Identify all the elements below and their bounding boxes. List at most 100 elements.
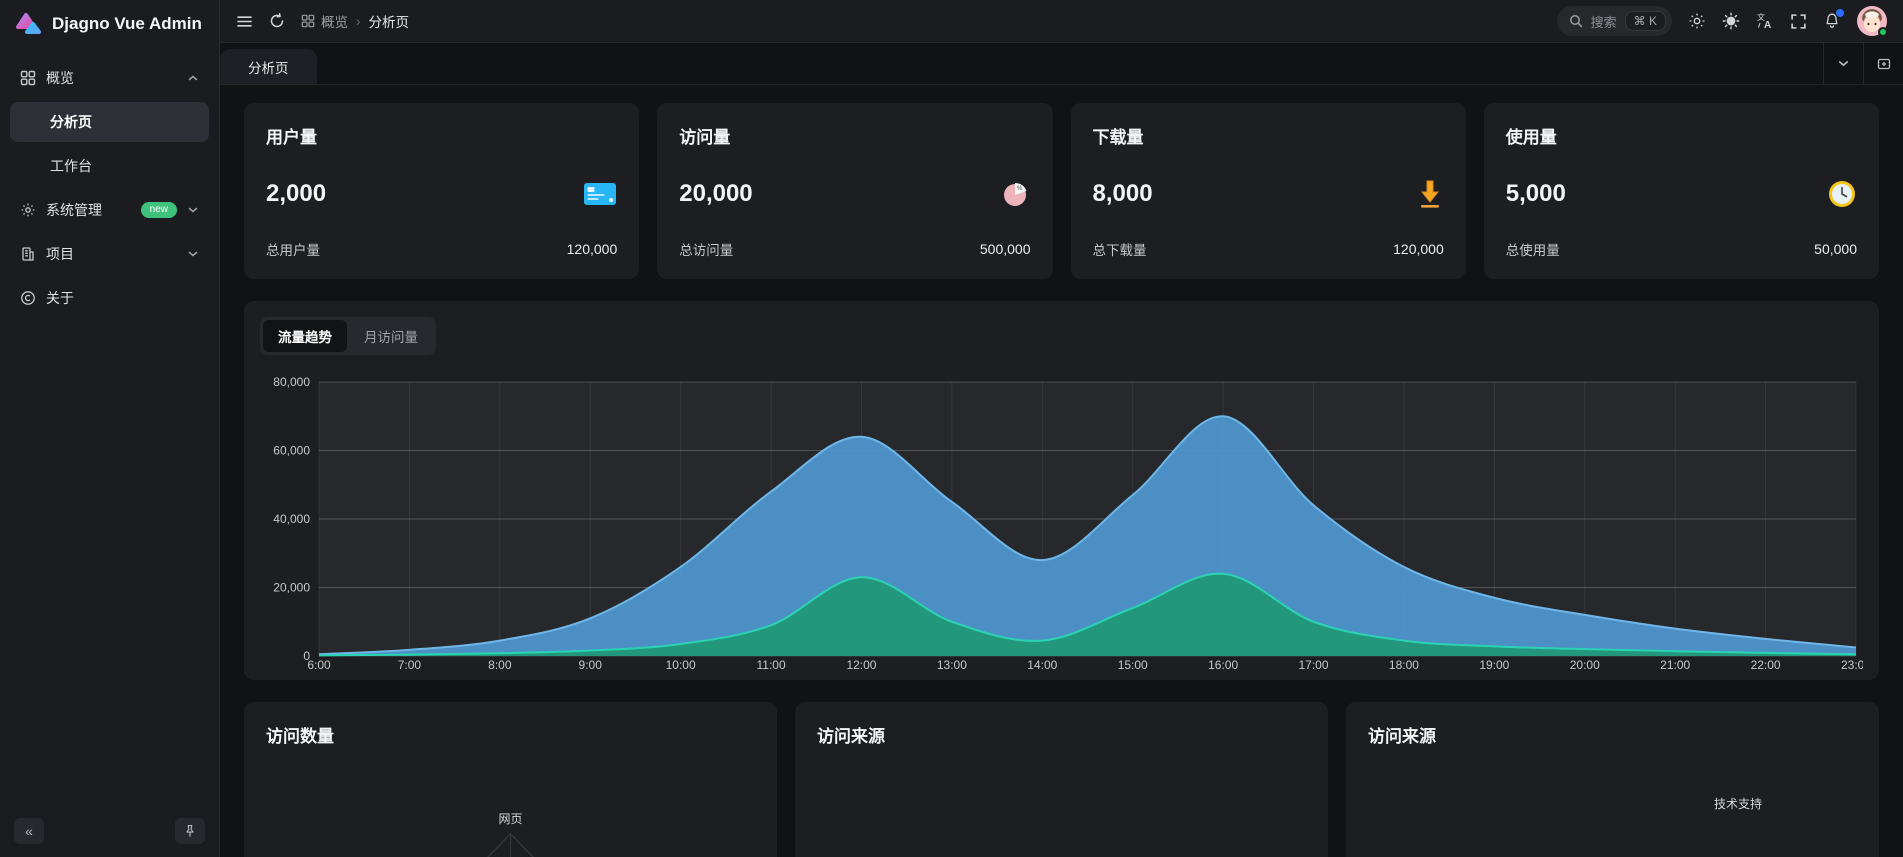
sidebar-item-about[interactable]: 关于 bbox=[10, 278, 209, 318]
stat-title: 下载量 bbox=[1093, 123, 1444, 148]
svg-text:7:00: 7:00 bbox=[398, 658, 422, 672]
sidebar: Djagno Vue Admin 概览 分析页 bbox=[0, 0, 220, 857]
stat-title: 使用量 bbox=[1506, 123, 1857, 148]
sidebar-footer: « bbox=[0, 805, 219, 857]
card-title: 访问来源 bbox=[817, 722, 1306, 747]
sidebar-item-analytics[interactable]: 分析页 bbox=[10, 102, 209, 142]
svg-text:60,000: 60,000 bbox=[273, 444, 310, 458]
sidebar-item-label: 工作台 bbox=[50, 156, 92, 176]
stat-value: 8,000 bbox=[1093, 180, 1153, 208]
sidebar-item-system[interactable]: 系统管理 new bbox=[10, 190, 209, 230]
svg-text:17:00: 17:00 bbox=[1299, 658, 1329, 672]
building-icon bbox=[20, 246, 36, 262]
stat-footer-value: 120,000 bbox=[567, 241, 618, 257]
stat-title: 访问量 bbox=[679, 123, 1030, 148]
copyright-icon bbox=[20, 290, 36, 306]
sidebar-item-workbench[interactable]: 工作台 bbox=[10, 146, 209, 186]
trend-segmented-control: 流量趋势 月访问量 bbox=[260, 317, 436, 355]
svg-text:%: % bbox=[1017, 186, 1023, 192]
search-input[interactable]: 搜索 ⌘ K bbox=[1557, 6, 1672, 36]
app-title: Djagno Vue Admin bbox=[52, 14, 202, 34]
pie-icon: % bbox=[1001, 179, 1031, 209]
grid-icon bbox=[20, 70, 36, 86]
fullscreen-icon[interactable] bbox=[1790, 13, 1807, 30]
svg-text:A: A bbox=[1764, 20, 1771, 30]
sidebar-item-label: 分析页 bbox=[50, 112, 92, 132]
sidebar-item-overview[interactable]: 概览 bbox=[10, 58, 209, 98]
breadcrumb-current: 分析页 bbox=[369, 11, 410, 31]
header-actions: 搜索 ⌘ K 文 bbox=[1557, 6, 1887, 36]
sidebar-item-label: 概览 bbox=[46, 68, 74, 88]
sidebar-item-label: 项目 bbox=[46, 244, 74, 264]
hamburger-menu-icon[interactable] bbox=[236, 13, 253, 30]
notification-bell-icon[interactable] bbox=[1823, 12, 1841, 30]
avatar[interactable] bbox=[1857, 6, 1887, 36]
content-fullscreen-icon[interactable] bbox=[1863, 43, 1903, 84]
visit-source-rose-card: 访问来源 技术支持 bbox=[1346, 702, 1879, 857]
online-status-dot bbox=[1878, 27, 1888, 37]
breadcrumb-section[interactable]: 概览 bbox=[301, 11, 348, 31]
svg-text:8:00: 8:00 bbox=[488, 658, 512, 672]
svg-text:13:00: 13:00 bbox=[937, 658, 967, 672]
notification-dot bbox=[1836, 9, 1844, 17]
sidebar-collapse-button[interactable]: « bbox=[14, 818, 44, 844]
stat-footer-value: 50,000 bbox=[1814, 241, 1857, 257]
search-shortcut: ⌘ K bbox=[1625, 11, 1666, 31]
tab-traffic-trend[interactable]: 流量趋势 bbox=[263, 320, 347, 352]
pie-chart bbox=[795, 762, 1328, 857]
clock-icon bbox=[1827, 179, 1857, 209]
stat-footer-label: 总下载量 bbox=[1093, 239, 1147, 259]
visit-source-pie-card: 访问来源 bbox=[795, 702, 1328, 857]
area-chart: 020,00040,00060,00080,0006:007:008:009:0… bbox=[260, 363, 1863, 673]
tab-monthly-visits[interactable]: 月访问量 bbox=[349, 320, 433, 352]
stat-footer-value: 500,000 bbox=[980, 241, 1031, 257]
svg-text:11:00: 11:00 bbox=[756, 658, 785, 672]
logo-row[interactable]: Djagno Vue Admin bbox=[0, 0, 219, 48]
svg-text:10:00: 10:00 bbox=[666, 658, 696, 672]
stat-card-users: 用户量 2,000 bbox=[244, 103, 639, 279]
svg-text:40,000: 40,000 bbox=[273, 512, 310, 526]
stat-value: 5,000 bbox=[1506, 180, 1566, 208]
card-title: 访问来源 bbox=[1368, 722, 1857, 747]
bottom-card-row: 访问数量 网页 访问来源 bbox=[244, 702, 1879, 857]
tabs-chevron-down-icon[interactable] bbox=[1823, 43, 1863, 84]
id-card-icon bbox=[583, 181, 617, 207]
stat-value: 20,000 bbox=[679, 180, 752, 208]
svg-text:22:00: 22:00 bbox=[1751, 658, 1781, 672]
stat-footer-label: 总访问量 bbox=[679, 239, 733, 259]
stat-card-visits: 访问量 20,000 % 总访问量 500,000 bbox=[657, 103, 1052, 279]
main-area: 概览 › 分析页 搜索 ⌘ K bbox=[220, 0, 1903, 857]
sidebar-item-label: 系统管理 bbox=[46, 200, 102, 220]
svg-text:18:00: 18:00 bbox=[1389, 658, 1419, 672]
chevron-down-icon bbox=[187, 204, 199, 216]
app-logo-icon bbox=[14, 10, 42, 38]
card-title: 访问数量 bbox=[266, 722, 755, 747]
visit-count-card: 访问数量 网页 bbox=[244, 702, 777, 857]
svg-text:16:00: 16:00 bbox=[1208, 658, 1238, 672]
stat-footer-label: 总使用量 bbox=[1506, 239, 1560, 259]
radar-chart: 网页 bbox=[244, 762, 777, 857]
svg-text:20,000: 20,000 bbox=[273, 581, 310, 595]
sidebar-item-project[interactable]: 项目 bbox=[10, 234, 209, 274]
svg-text:21:00: 21:00 bbox=[1660, 658, 1690, 672]
svg-text:20:00: 20:00 bbox=[1570, 658, 1600, 672]
pin-icon[interactable] bbox=[175, 818, 205, 844]
rose-pie-chart: 技术支持 bbox=[1346, 762, 1879, 857]
download-icon bbox=[1416, 178, 1444, 210]
app-root: Djagno Vue Admin 概览 分析页 bbox=[0, 0, 1903, 857]
settings-gear-icon[interactable] bbox=[1688, 12, 1706, 30]
svg-text:23:00: 23:00 bbox=[1841, 658, 1863, 672]
refresh-icon[interactable] bbox=[269, 13, 285, 29]
traffic-trend-card: 流量趋势 月访问量 020,00040,00060,00080,0006:007… bbox=[244, 301, 1879, 680]
theme-sun-icon[interactable] bbox=[1722, 12, 1740, 30]
language-translate-icon[interactable]: 文 A bbox=[1756, 12, 1774, 30]
page-content: 用户量 2,000 bbox=[220, 85, 1903, 857]
tab-analytics[interactable]: 分析页 bbox=[220, 49, 317, 84]
stat-title: 用户量 bbox=[266, 123, 617, 148]
stat-footer-value: 120,000 bbox=[1393, 241, 1444, 257]
stat-card-downloads: 下载量 8,000 总下载量 120,000 bbox=[1071, 103, 1466, 279]
top-header: 概览 › 分析页 搜索 ⌘ K bbox=[220, 0, 1903, 43]
stat-card-row: 用户量 2,000 bbox=[244, 103, 1879, 279]
sidebar-item-label: 关于 bbox=[46, 288, 74, 308]
search-icon bbox=[1569, 14, 1583, 28]
